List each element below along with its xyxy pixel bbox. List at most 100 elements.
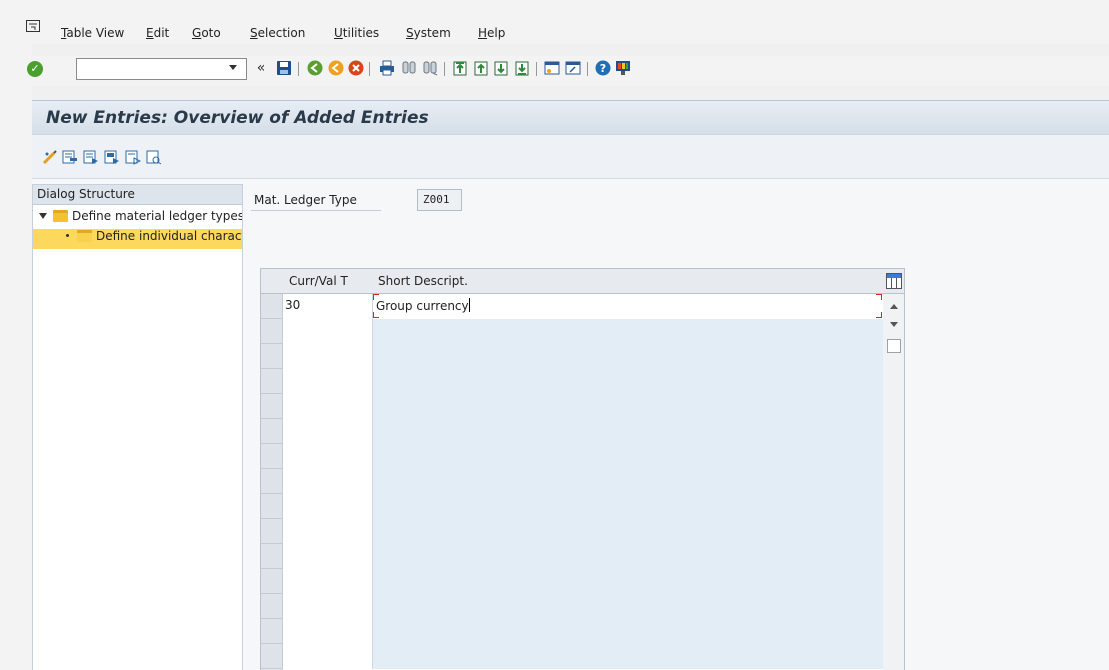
curr-val-type-cell[interactable] <box>283 319 373 344</box>
help-icon[interactable]: ? <box>594 59 612 77</box>
short-description-cell[interactable] <box>373 419 883 444</box>
short-description-cell[interactable] <box>373 394 883 419</box>
curr-val-type-cell[interactable] <box>283 619 373 644</box>
short-description-cell[interactable] <box>373 444 883 469</box>
curr-val-type-cell[interactable] <box>283 394 373 419</box>
short-description-cell[interactable] <box>373 544 883 569</box>
shortcut-icon[interactable] <box>564 59 582 77</box>
window-left-edge <box>0 44 32 670</box>
print-icon[interactable] <box>378 59 396 77</box>
menu-icon[interactable] <box>26 20 40 32</box>
double-chevron-left-icon[interactable]: « <box>252 59 270 77</box>
row-selector[interactable] <box>261 294 283 319</box>
deselect-all-icon[interactable] <box>125 149 141 165</box>
row-selector[interactable] <box>261 394 283 419</box>
scroll-up-icon[interactable] <box>890 304 898 309</box>
row-selector[interactable] <box>261 419 283 444</box>
curr-val-type-cell[interactable] <box>283 369 373 394</box>
row-selector[interactable] <box>261 644 283 669</box>
row-selector[interactable] <box>261 444 283 469</box>
previous-page-icon[interactable] <box>472 59 490 77</box>
row-selector[interactable] <box>261 469 283 494</box>
row-selector[interactable] <box>261 494 283 519</box>
expand-triangle-icon[interactable] <box>39 213 47 219</box>
menu-table-view[interactable]: Table View <box>61 26 124 40</box>
curr-val-type-cell[interactable] <box>283 544 373 569</box>
change-display-icon[interactable] <box>42 149 58 165</box>
short-description-cell[interactable]: Group currency <box>373 294 883 319</box>
next-page-icon[interactable] <box>492 59 510 77</box>
row-selector[interactable] <box>261 619 283 644</box>
menu-selection[interactable]: Selection <box>250 26 305 40</box>
dialog-structure-header: Dialog Structure <box>33 185 242 205</box>
back-icon[interactable] <box>306 59 324 77</box>
cancel-icon[interactable] <box>347 59 365 77</box>
curr-val-type-cell[interactable] <box>283 444 373 469</box>
table-row <box>283 544 883 569</box>
short-description-cell[interactable] <box>373 644 883 669</box>
enter-check-icon[interactable]: ✓ <box>27 61 43 77</box>
curr-val-type-cell[interactable] <box>283 644 373 669</box>
row-selector[interactable] <box>261 569 283 594</box>
row-selector-column <box>261 294 283 670</box>
short-description-cell[interactable] <box>373 594 883 619</box>
short-description-cell[interactable] <box>373 369 883 394</box>
row-selector[interactable] <box>261 594 283 619</box>
first-page-icon[interactable] <box>451 59 469 77</box>
save-icon[interactable] <box>275 59 293 77</box>
curr-val-type-cell[interactable] <box>283 344 373 369</box>
table-settings-icon[interactable] <box>886 273 902 289</box>
toolbar-separator <box>298 62 299 76</box>
curr-val-type-cell[interactable] <box>283 569 373 594</box>
short-description-cell[interactable] <box>373 619 883 644</box>
focus-corner-mark <box>876 312 882 318</box>
scroll-down-icon[interactable] <box>890 322 898 327</box>
menu-goto[interactable]: Goto <box>192 26 221 40</box>
row-selector[interactable] <box>261 369 283 394</box>
menu-system[interactable]: System <box>406 26 451 40</box>
create-session-icon[interactable] <box>543 59 561 77</box>
curr-val-type-cell[interactable] <box>283 419 373 444</box>
column-header-short-description[interactable]: Short Descript. <box>378 274 468 288</box>
row-selector[interactable] <box>261 519 283 544</box>
vertical-scrollbar[interactable] <box>883 294 904 670</box>
short-description-cell[interactable] <box>373 569 883 594</box>
toolbar-separator <box>444 62 445 76</box>
column-header-curr-val-type[interactable]: Curr/Val T <box>289 274 348 288</box>
row-selector[interactable] <box>261 344 283 369</box>
customize-layout-icon[interactable] <box>614 59 632 77</box>
last-page-icon[interactable] <box>513 59 531 77</box>
short-description-cell[interactable] <box>373 494 883 519</box>
label-underline <box>251 210 381 211</box>
menu-utilities[interactable]: Utilities <box>334 26 379 40</box>
select-block-icon[interactable] <box>104 149 120 165</box>
toolbar-separator <box>369 62 370 76</box>
curr-val-type-cell[interactable] <box>283 494 373 519</box>
tree-item-individual-characteristics[interactable]: Define individual characteristics <box>33 229 242 249</box>
short-description-cell[interactable] <box>373 344 883 369</box>
curr-val-type-cell[interactable] <box>283 519 373 544</box>
curr-val-type-cell[interactable] <box>283 469 373 494</box>
exit-icon[interactable] <box>327 59 345 77</box>
find-next-icon[interactable] <box>421 59 439 77</box>
tree-item-material-ledger-types[interactable]: Define material ledger types <box>37 209 242 229</box>
menu-edit[interactable]: Edit <box>146 26 169 40</box>
curr-val-type-cell[interactable] <box>283 594 373 619</box>
details-icon[interactable] <box>146 149 162 165</box>
open-folder-icon <box>77 230 92 242</box>
delete-icon[interactable] <box>62 149 78 165</box>
short-description-cell[interactable] <box>373 519 883 544</box>
menu-help[interactable]: Help <box>478 26 505 40</box>
select-all-icon[interactable] <box>83 149 99 165</box>
find-icon[interactable] <box>400 59 418 77</box>
command-field[interactable] <box>76 58 247 80</box>
short-description-cell[interactable] <box>373 469 883 494</box>
row-selector[interactable] <box>261 544 283 569</box>
short-description-cell[interactable] <box>373 319 883 344</box>
curr-val-type-cell[interactable]: 30 <box>283 294 373 319</box>
toolbar-separator <box>536 62 537 76</box>
table-row <box>283 569 883 594</box>
chevron-down-icon[interactable] <box>229 65 237 70</box>
row-selector[interactable] <box>261 319 283 344</box>
scroll-thumb[interactable] <box>887 339 901 353</box>
